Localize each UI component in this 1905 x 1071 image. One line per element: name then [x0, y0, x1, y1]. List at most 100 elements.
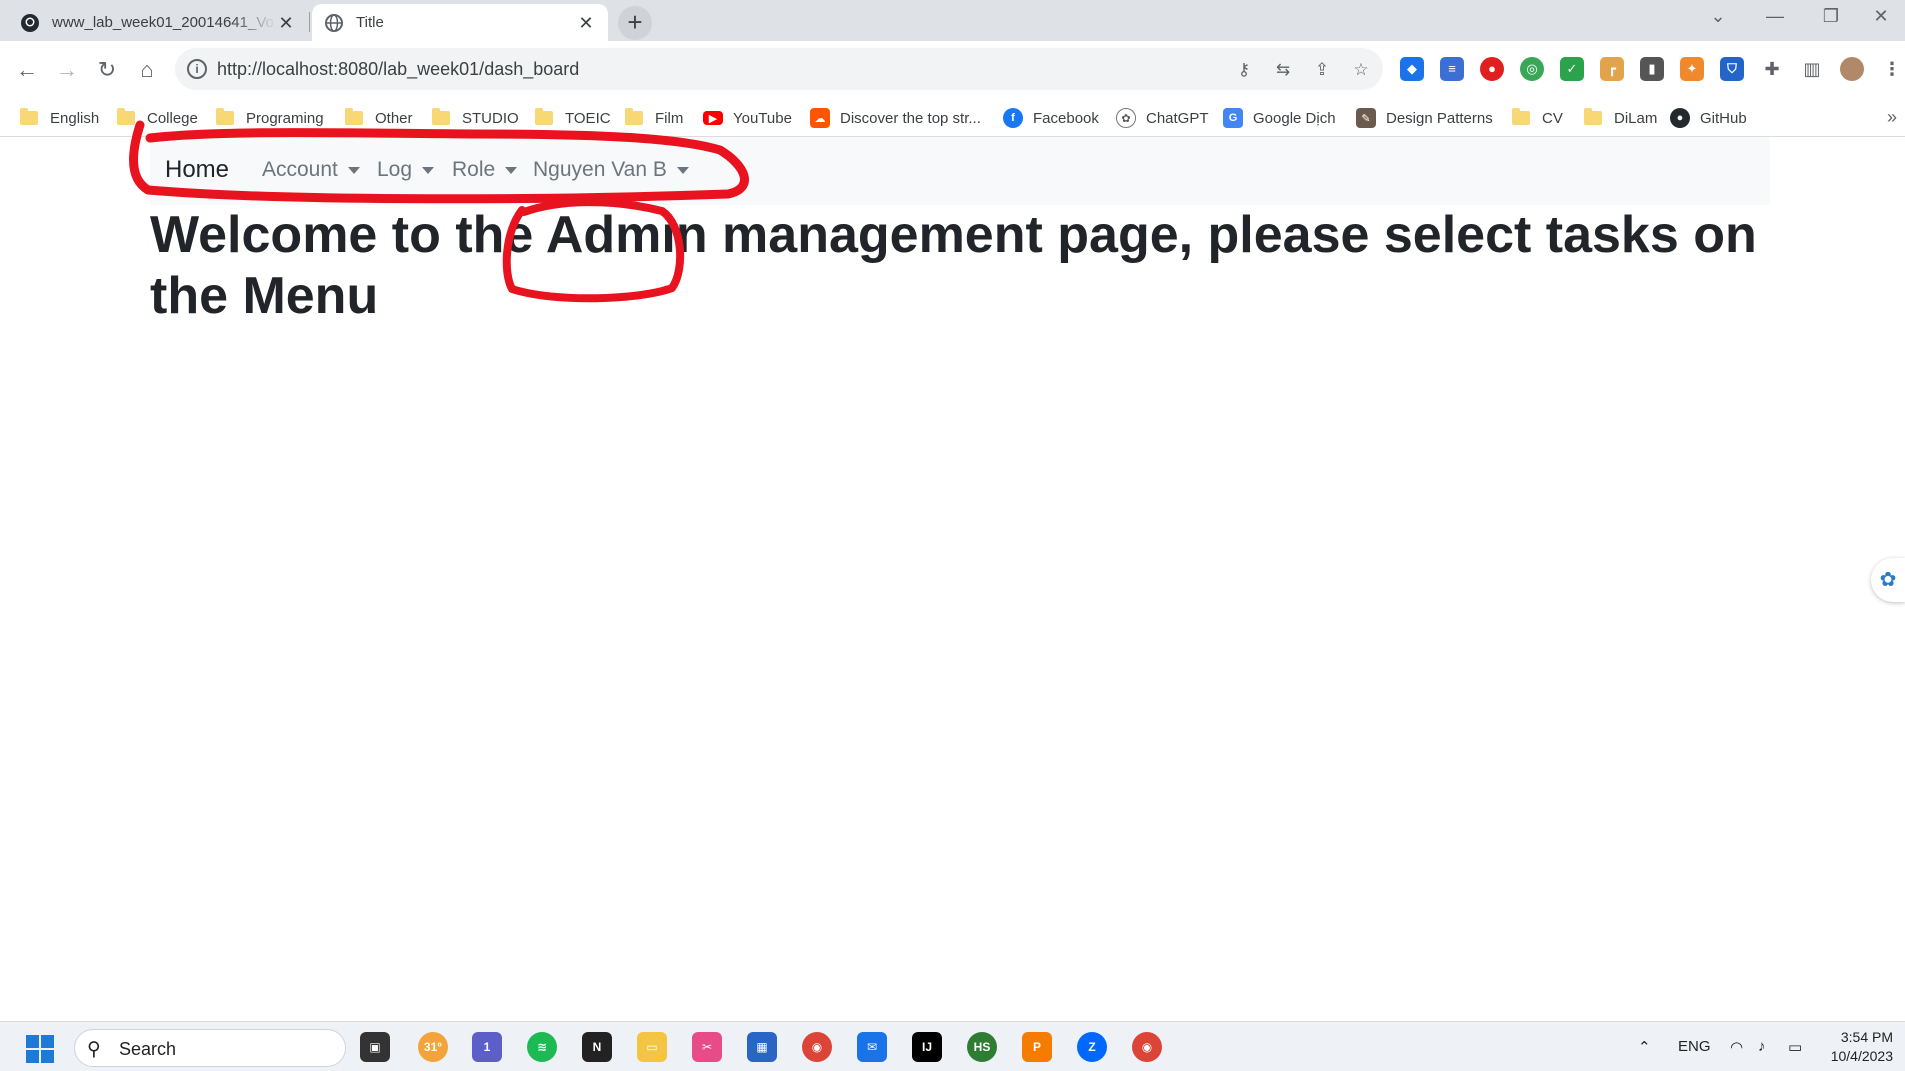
back-icon[interactable]: ←: [12, 55, 42, 85]
extension-shield-icon[interactable]: ⛉: [1720, 57, 1744, 81]
bookmark-design-patterns[interactable]: ✎ Design Patterns: [1356, 99, 1493, 137]
bookmark-facebook[interactable]: f Facebook: [1003, 99, 1099, 137]
microsoft-store-icon[interactable]: ▦: [747, 1032, 777, 1062]
extension-drop-icon[interactable]: ◆: [1400, 57, 1424, 81]
folder-icon: [535, 108, 553, 125]
home-icon[interactable]: ⌂: [132, 55, 162, 85]
bookmark-film[interactable]: Film: [625, 99, 683, 137]
tab-strip: www_lab_week01_20014641_Vo ✕ Title ✕ + ⌄…: [0, 0, 1905, 41]
bookmark-label: TOEIC: [565, 109, 611, 127]
bookmark-cv[interactable]: CV: [1512, 99, 1563, 137]
folder-icon: [1512, 108, 1530, 125]
weather-icon[interactable]: 31°: [418, 1032, 448, 1062]
nav-account-dropdown[interactable]: Account: [262, 158, 360, 182]
key-icon[interactable]: ⚷: [1233, 59, 1255, 81]
file-explorer-icon[interactable]: ▭: [637, 1032, 667, 1062]
bookmark-studio[interactable]: STUDIO: [432, 99, 519, 137]
nav-role-dropdown[interactable]: Role: [452, 158, 518, 182]
bookmark-chatgpt[interactable]: ✿ ChatGPT: [1116, 99, 1209, 137]
bookmark-toeic[interactable]: TOEIC: [535, 99, 611, 137]
bookmark-dilam[interactable]: DiLam: [1584, 99, 1657, 137]
bookmark-english[interactable]: English: [20, 99, 99, 137]
bookmark-label: YouTube: [733, 109, 792, 127]
new-tab-button[interactable]: +: [618, 6, 652, 40]
bookmark-programing[interactable]: Programing: [216, 99, 324, 137]
nav-home-link[interactable]: Home: [165, 156, 229, 184]
windows-start-icon[interactable]: [26, 1035, 54, 1063]
caret-down-icon: [676, 166, 689, 174]
battery-icon[interactable]: ▭: [1788, 1038, 1802, 1056]
share-icon[interactable]: ⇪: [1311, 59, 1333, 81]
bookmark-youtube[interactable]: ▶ YouTube: [703, 99, 792, 137]
bookmark-label: Film: [655, 109, 684, 127]
extensions-puzzle-icon[interactable]: ✚: [1760, 57, 1784, 81]
side-panel-icon[interactable]: ▥: [1800, 57, 1824, 81]
extension-adblock-icon[interactable]: ●: [1480, 57, 1504, 81]
language-indicator[interactable]: ENG: [1678, 1038, 1711, 1055]
main-navbar: Home Account Log Role Nguyen Van B: [150, 137, 1770, 205]
snipping-tool-icon[interactable]: ✂: [692, 1032, 722, 1062]
translate-icon[interactable]: ⇆: [1272, 59, 1294, 81]
more-bookmarks-icon[interactable]: »: [1887, 107, 1897, 128]
bookmark-soundcloud[interactable]: ☁ Discover the top str...: [810, 99, 981, 137]
zalo-icon[interactable]: Z: [1077, 1032, 1107, 1062]
tab-github[interactable]: www_lab_week01_20014641_Vo ✕: [8, 4, 308, 41]
show-hidden-icons-icon[interactable]: ⌃: [1638, 1038, 1651, 1056]
tab-title: www_lab_week01_20014641_Vo: [52, 14, 274, 31]
bookmark-label: Discover the top str...: [840, 109, 981, 127]
close-tab-icon[interactable]: ✕: [576, 13, 596, 33]
taskbar-clock[interactable]: 3:54 PM 10/4/2023: [1831, 1028, 1893, 1066]
nav-user-label: Nguyen Van B: [533, 158, 667, 181]
site-info-icon[interactable]: i: [187, 59, 207, 79]
teams-chat-icon[interactable]: 1: [472, 1032, 502, 1062]
pdf-app-icon[interactable]: P: [1022, 1032, 1052, 1062]
google-translate-icon: G: [1223, 108, 1243, 128]
forward-icon[interactable]: →: [52, 55, 82, 85]
bookmark-college[interactable]: College: [117, 99, 198, 137]
nav-user-dropdown[interactable]: Nguyen Van B: [533, 158, 689, 182]
notion-icon[interactable]: N: [582, 1032, 612, 1062]
wifi-icon[interactable]: ◠: [1730, 1038, 1743, 1056]
chrome-icon[interactable]: ◉: [802, 1032, 832, 1062]
soundcloud-icon: ☁: [810, 108, 830, 128]
chrome-icon[interactable]: ◉: [1132, 1032, 1162, 1062]
nav-log-dropdown[interactable]: Log: [377, 158, 435, 182]
extension-mail-icon[interactable]: ≡: [1440, 57, 1464, 81]
address-bar[interactable]: i http://localhost:8080/lab_week01/dash_…: [175, 48, 1383, 90]
extension-leaf-icon[interactable]: ✓: [1560, 57, 1584, 81]
folder-icon: [345, 108, 363, 125]
reload-icon[interactable]: ↻: [92, 55, 122, 85]
browser-menu-icon[interactable]: ⋮: [1880, 57, 1904, 81]
tab-title-page[interactable]: Title ✕: [312, 4, 608, 41]
intellij-icon[interactable]: IJ: [912, 1032, 942, 1062]
volume-icon[interactable]: ♪: [1758, 1038, 1766, 1055]
spotify-icon[interactable]: ≋: [527, 1032, 557, 1062]
bookmark-other[interactable]: Other: [345, 99, 413, 137]
task-view-icon[interactable]: ▣: [360, 1032, 390, 1062]
restore-icon[interactable]: ❐: [1808, 6, 1854, 27]
caret-down-icon: [505, 166, 518, 174]
hs-app-icon[interactable]: HS: [967, 1032, 997, 1062]
facebook-icon: f: [1003, 108, 1023, 128]
bookmark-label: English: [50, 109, 100, 127]
bookmark-star-icon[interactable]: ☆: [1350, 59, 1372, 81]
close-window-icon[interactable]: ✕: [1858, 6, 1904, 27]
address-url[interactable]: http://localhost:8080/lab_week01/dash_bo…: [217, 59, 579, 80]
tab-search-icon[interactable]: ⌄: [1695, 6, 1741, 27]
extension-green-icon[interactable]: ◎: [1520, 57, 1544, 81]
close-tab-icon[interactable]: ✕: [276, 13, 296, 33]
extension-tool-icon[interactable]: ┏: [1600, 57, 1624, 81]
bookmark-github[interactable]: ● GitHub: [1670, 99, 1747, 137]
folder-icon: [432, 108, 450, 125]
minimize-icon[interactable]: —: [1752, 6, 1798, 27]
bookmark-google-dich[interactable]: G Google Dịch: [1223, 99, 1336, 137]
bookmark-label: DiLam: [1614, 109, 1658, 127]
bookmark-label: Other: [375, 109, 413, 127]
nav-role-label: Role: [452, 158, 496, 181]
extension-device-icon[interactable]: ▮: [1640, 57, 1664, 81]
chat-badge: 1: [483, 1040, 491, 1054]
mail-icon[interactable]: ✉: [857, 1032, 887, 1062]
profile-avatar[interactable]: [1840, 57, 1864, 81]
taskbar-search[interactable]: ⚲ Search: [74, 1029, 346, 1067]
metamask-icon[interactable]: ✦: [1680, 57, 1704, 81]
